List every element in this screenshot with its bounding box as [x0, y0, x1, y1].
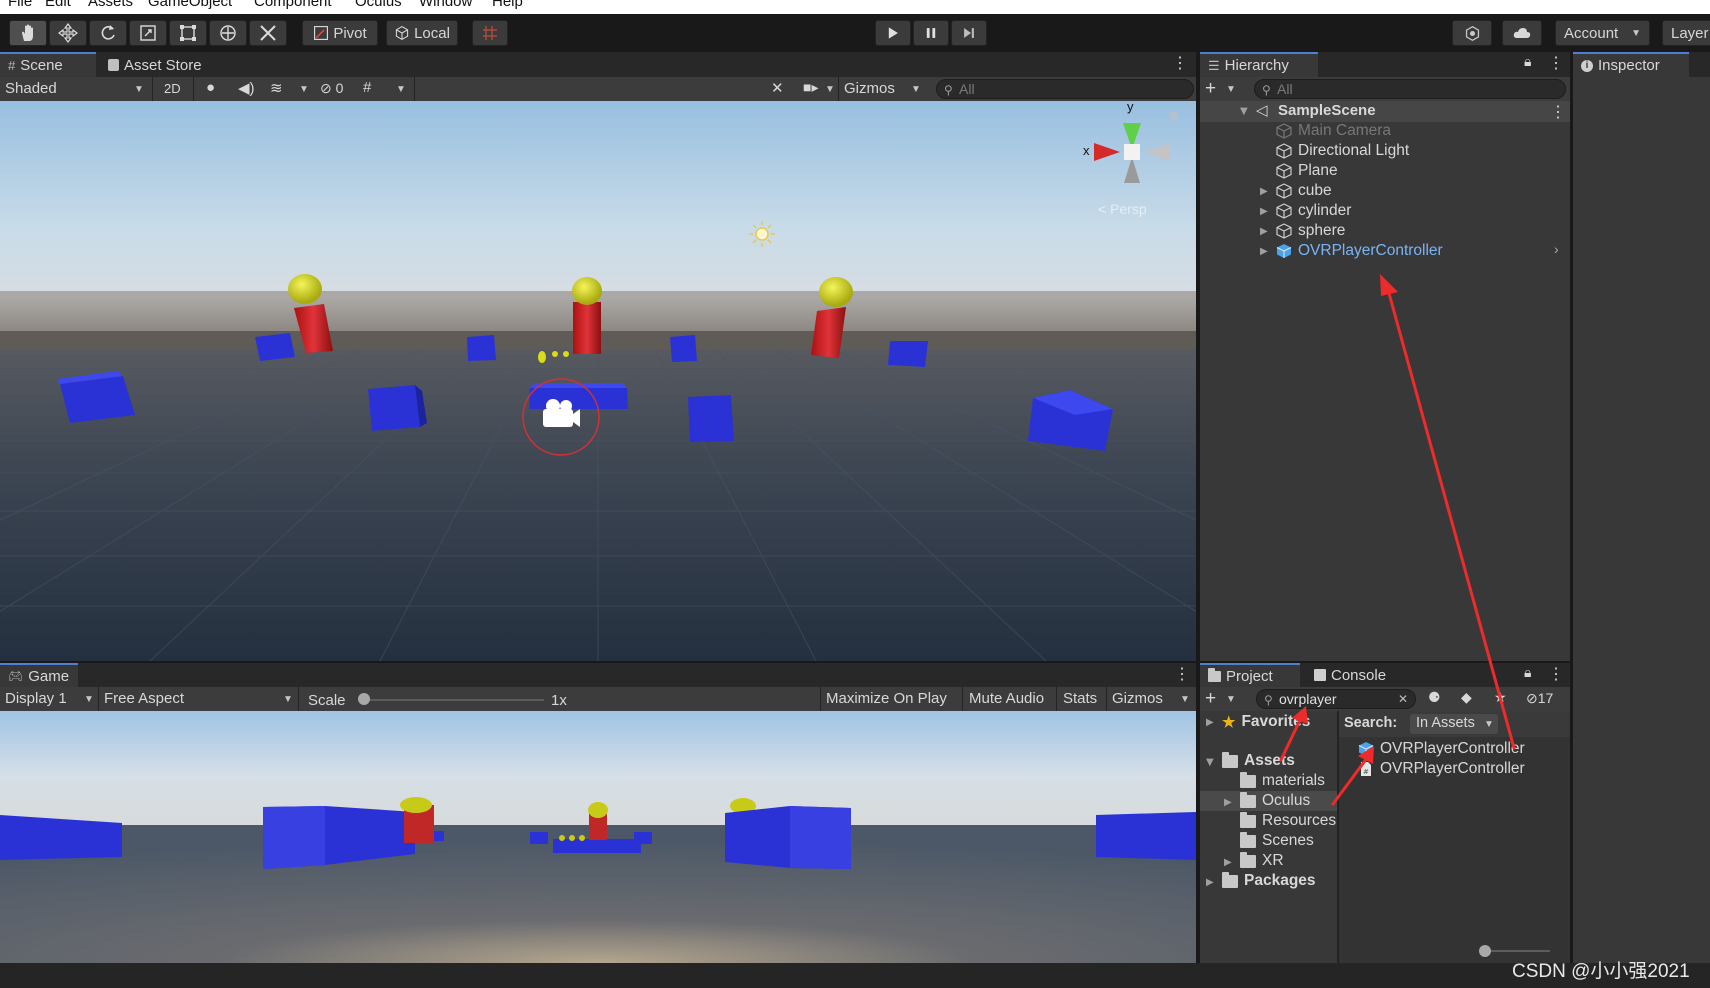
annotation-arrows	[1279, 274, 1516, 806]
csdn-watermark: CSDN @小小强2021	[1512, 961, 1690, 982]
